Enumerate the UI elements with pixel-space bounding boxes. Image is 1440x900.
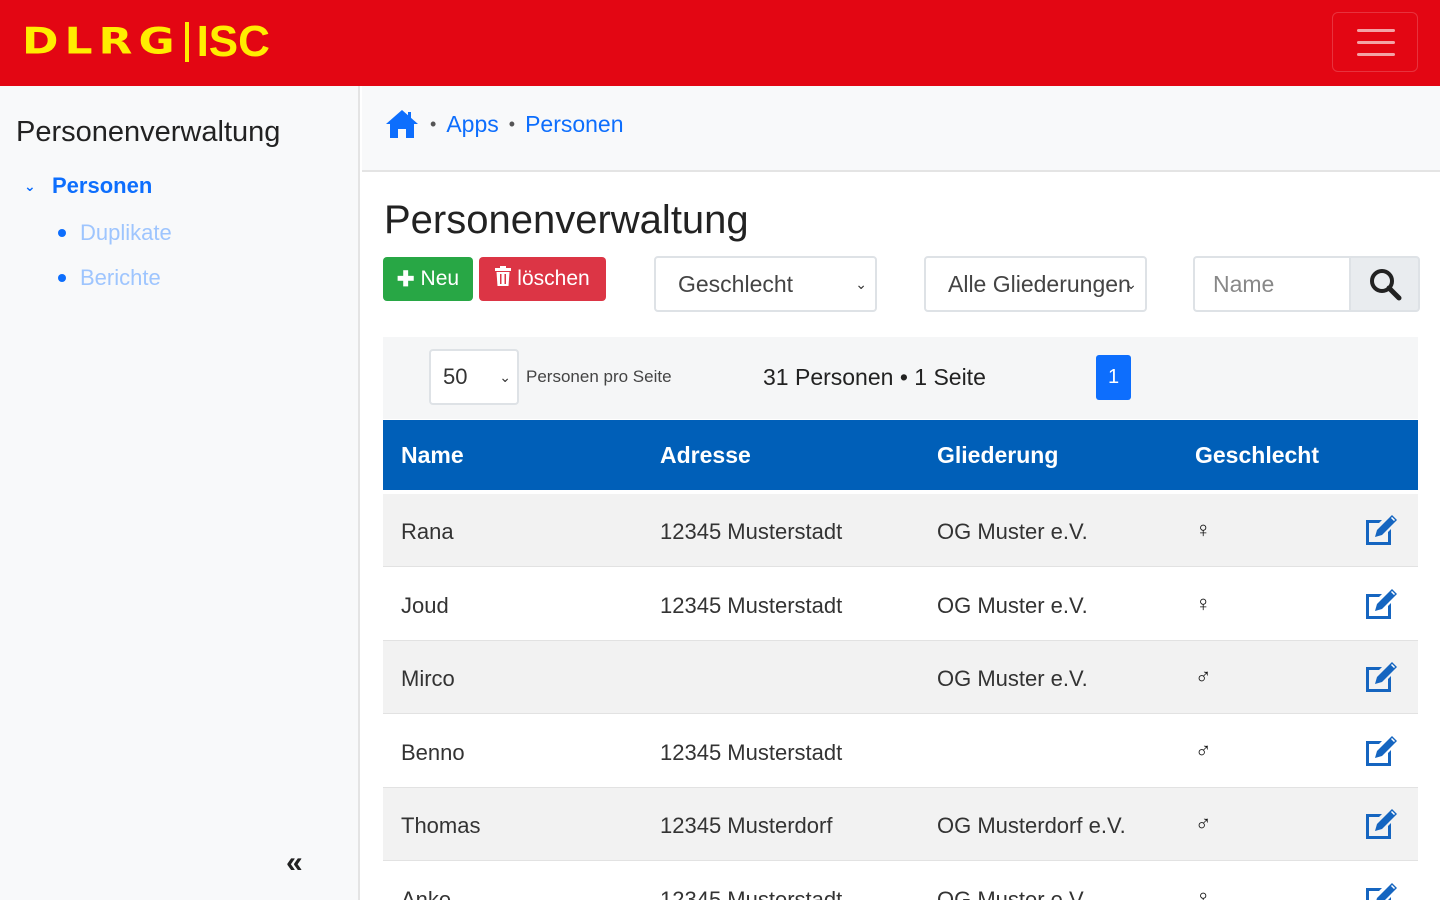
collapse-sidebar-button[interactable]: «	[286, 846, 303, 880]
cell-name: Benno	[401, 739, 465, 765]
gliederung-select[interactable]: Alle Gliederungen ⌄	[924, 256, 1147, 312]
page-button-1[interactable]: 1	[1096, 355, 1131, 400]
bullet-icon	[58, 274, 66, 282]
table-row[interactable]: Benno 12345 Musterstadt ♂	[383, 714, 1418, 788]
sidebar-item-label: Duplikate	[80, 220, 172, 245]
sidebar-item-personen[interactable]: ⌄ Personen	[24, 173, 152, 199]
cell-gender: ♂	[1195, 811, 1212, 836]
column-header-adresse[interactable]: Adresse	[660, 442, 751, 469]
chevron-down-icon: ⌄	[499, 369, 511, 385]
dlrg-isc-logo[interactable]: DLRG ISC	[22, 18, 270, 66]
chevron-down-icon: ⌄	[24, 177, 36, 194]
per-page-label: Personen pro Seite	[526, 367, 672, 386]
page-title: Personenverwaltung	[384, 198, 749, 242]
cell-gliederung: OG Muster e.V.	[937, 886, 1088, 900]
home-icon[interactable]	[384, 108, 420, 140]
cell-address: 12345 Musterstadt	[660, 886, 843, 900]
cell-name: Joud	[401, 592, 449, 618]
cell-gender: ♀	[1195, 884, 1212, 900]
table-row[interactable]: Rana 12345 Musterstadt OG Muster e.V. ♀	[383, 494, 1418, 567]
cell-gliederung: OG Muster e.V.	[937, 666, 1088, 691]
delete-button[interactable]: löschen	[479, 257, 606, 301]
sidebar-item-berichte[interactable]: Berichte	[58, 265, 161, 291]
cell-gender: ♀	[1195, 590, 1212, 616]
sidebar-item-label: Personen	[52, 173, 153, 198]
breadcrumb-bar: • Apps • Personen	[362, 86, 1440, 172]
search-button[interactable]	[1349, 256, 1420, 312]
chevron-down-icon: ⌄	[855, 276, 867, 292]
cell-name: Rana	[401, 519, 454, 544]
cell-gender: ♀	[1195, 517, 1212, 542]
cell-address: 12345 Musterdorf	[660, 813, 833, 838]
edit-icon[interactable]	[1362, 659, 1400, 695]
table-header: Name Adresse Gliederung Geschlecht	[383, 420, 1418, 490]
cell-gliederung: OG Muster e.V.	[937, 592, 1088, 618]
sidebar-item-label: Berichte	[80, 265, 161, 290]
table-row[interactable]: Mirco OG Muster e.V. ♂	[383, 641, 1418, 714]
column-header-name[interactable]: Name	[401, 442, 464, 469]
chevron-down-icon: ⌄	[1125, 276, 1137, 292]
gliederung-select-value: Alle Gliederungen	[948, 270, 1131, 297]
cell-name: Anke	[401, 886, 452, 900]
cell-name: Thomas	[401, 813, 481, 838]
hamburger-icon-line	[1357, 53, 1395, 56]
name-search-input[interactable]	[1193, 256, 1350, 312]
new-button-label: Neu	[420, 267, 460, 290]
edit-icon[interactable]	[1362, 806, 1400, 842]
per-page-value: 50	[443, 364, 468, 389]
logo-dlrg-text: DLRG	[22, 20, 181, 63]
gender-select-value: Geschlecht	[678, 270, 794, 297]
cell-address: 12345 Musterstadt	[660, 739, 843, 765]
cell-gliederung: OG Muster e.V.	[937, 519, 1088, 544]
hamburger-icon	[1357, 29, 1395, 32]
column-header-geschlecht[interactable]: Geschlecht	[1195, 442, 1319, 469]
sidebar: Personenverwaltung ⌄ Personen Duplikate …	[0, 86, 360, 900]
per-page-select[interactable]: 50 ⌄	[429, 349, 519, 405]
breadcrumb-separator: •	[508, 113, 516, 134]
sidebar-item-duplikate[interactable]: Duplikate	[58, 220, 172, 246]
new-person-button[interactable]: ✚ Neu	[383, 257, 473, 301]
table-row[interactable]: Anke 12345 Musterstadt OG Muster e.V. ♀	[383, 861, 1418, 900]
cell-gender: ♂	[1195, 737, 1212, 763]
edit-icon[interactable]	[1362, 880, 1400, 900]
delete-button-label: löschen	[517, 267, 590, 290]
pagination-bar: 50 ⌄ Personen pro Seite 31 Personen • 1 …	[383, 337, 1418, 419]
column-header-gliederung[interactable]: Gliederung	[937, 442, 1058, 469]
hamburger-menu-button[interactable]	[1332, 12, 1418, 72]
cell-name: Mirco	[401, 666, 455, 691]
top-navbar: DLRG ISC	[0, 0, 1440, 86]
breadcrumb-apps[interactable]: Apps	[446, 111, 498, 138]
breadcrumb: • Apps • Personen	[384, 108, 624, 140]
table-row[interactable]: Joud 12345 Musterstadt OG Muster e.V. ♀	[383, 567, 1418, 641]
logo-divider	[184, 22, 189, 62]
search-icon	[1370, 269, 1402, 301]
edit-icon[interactable]	[1362, 733, 1400, 769]
trash-icon	[495, 266, 512, 292]
cell-address: 12345 Musterstadt	[660, 592, 843, 618]
logo-isc-text: ISC	[196, 17, 270, 66]
edit-icon[interactable]	[1362, 586, 1400, 622]
breadcrumb-personen[interactable]: Personen	[525, 111, 623, 138]
table-row[interactable]: Thomas 12345 Musterdorf OG Musterdorf e.…	[383, 788, 1418, 861]
edit-icon[interactable]	[1362, 512, 1400, 548]
gender-select[interactable]: Geschlecht ⌄	[654, 256, 877, 312]
cell-gender: ♂	[1195, 664, 1212, 689]
cell-gliederung: OG Musterdorf e.V.	[937, 813, 1126, 838]
plus-icon: ✚	[396, 267, 415, 291]
bullet-icon	[58, 229, 66, 237]
breadcrumb-separator: •	[430, 113, 437, 134]
hamburger-icon-line	[1357, 41, 1395, 44]
cell-address: 12345 Musterstadt	[660, 519, 843, 544]
result-count: 31 Personen • 1 Seite	[763, 364, 986, 390]
sidebar-title: Personenverwaltung	[16, 116, 281, 148]
